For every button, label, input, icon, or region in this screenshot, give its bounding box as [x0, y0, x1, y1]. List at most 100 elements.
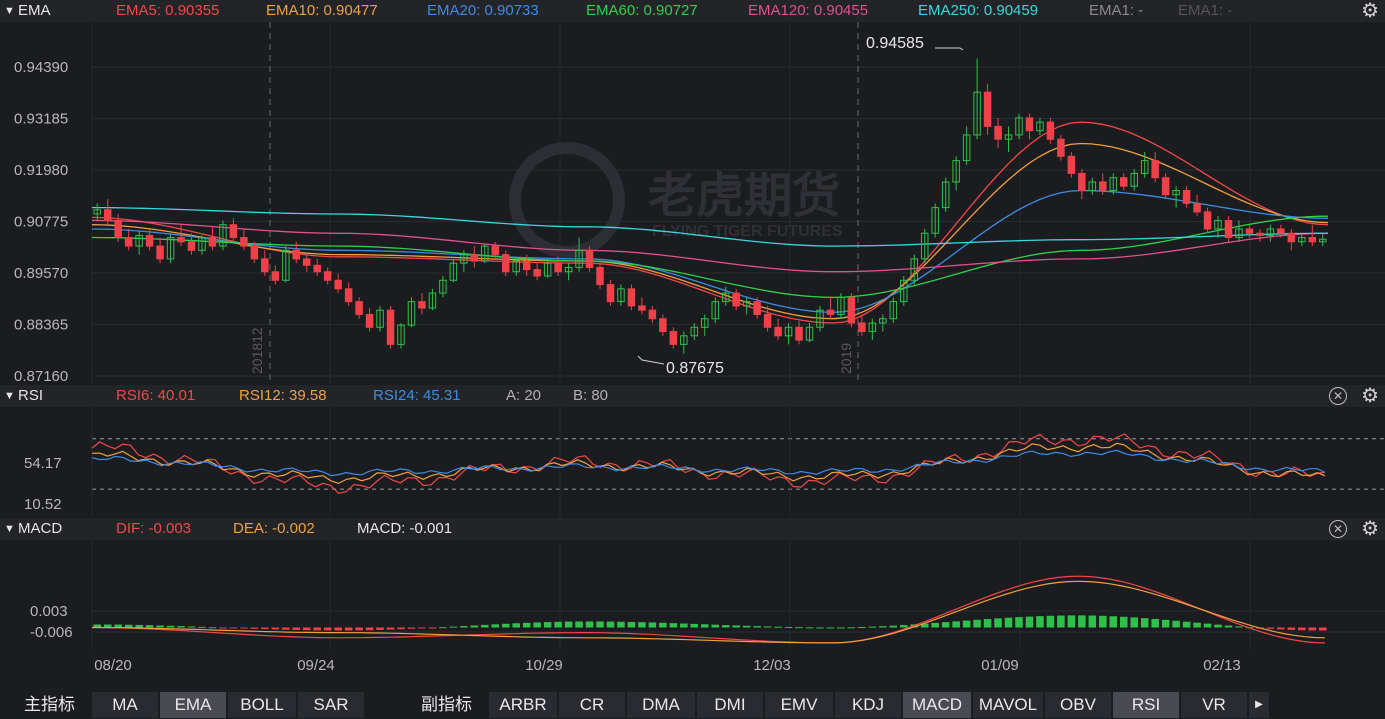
macd-histogram-bar [1078, 615, 1086, 628]
rsi-line-rsi12 [91, 442, 1326, 485]
macd-histogram-bar [648, 622, 657, 628]
candle-body [240, 237, 248, 247]
macd-histogram-bar [1099, 615, 1107, 628]
collapse-caret-icon[interactable]: ▼ [4, 518, 15, 540]
collapse-caret-icon[interactable]: ▼ [4, 385, 15, 407]
sub-indicator-mavol-button[interactable]: MAVOL [973, 692, 1043, 718]
candle-body [732, 292, 740, 307]
candle-body [606, 284, 615, 303]
sub-indicator-kdj-button[interactable]: KDJ [835, 692, 901, 718]
macd-histogram-bar [1161, 619, 1170, 628]
macd-histogram-bar [145, 625, 154, 628]
macd-histogram-bar [166, 625, 175, 628]
macd-histogram-bar [428, 627, 437, 629]
candle-body [313, 264, 321, 273]
macd-chart: 0.003 -0.006 08/20 09/24 10/29 12/03 01/09 02/… [30, 540, 1385, 674]
main-indicator-ema-button[interactable]: EMA [160, 692, 226, 718]
candle-body [355, 301, 363, 315]
macd-histogram-bar [742, 625, 751, 628]
rsi-header: ▼ RSI RSI6: 40.01 RSI12: 39.58 RSI24: 45… [0, 385, 1385, 407]
macd-histogram-bar [732, 625, 740, 628]
y-tick-label: 0.94390 [14, 59, 68, 76]
settings-gear-icon[interactable]: ⚙ [1361, 0, 1379, 22]
candle-body [753, 301, 761, 315]
macd-histogram-bar [470, 625, 479, 628]
candle-body [501, 254, 510, 273]
collapse-caret-icon[interactable]: ▼ [4, 0, 15, 22]
candle-body [261, 258, 269, 273]
main-indicator-sar-button[interactable]: SAR [298, 692, 364, 718]
candle-body [1308, 237, 1317, 243]
rsi-line-rsi24 [91, 449, 1326, 477]
macd-value-label: MACD: -0.001 [357, 520, 453, 537]
candle-body [491, 245, 500, 256]
settings-gear-icon[interactable]: ⚙ [1361, 518, 1379, 540]
close-icon[interactable]: ✕ [1329, 520, 1347, 538]
macd-histogram-bar [1130, 617, 1138, 628]
candle-body [669, 331, 678, 345]
candle-body [983, 91, 992, 127]
sub-indicator-arbr-button[interactable]: ARBR [489, 692, 557, 718]
candle-body [1203, 211, 1212, 230]
candle-body [103, 209, 112, 221]
macd-histogram-bar [522, 622, 531, 628]
ema120-label: EMA120: 0.90455 [748, 2, 869, 19]
macd-histogram-bar [554, 621, 562, 628]
macd-histogram-bar [900, 625, 908, 628]
macd-histogram-bar [784, 626, 793, 628]
sub-indicator-cr-button[interactable]: CR [559, 692, 625, 718]
dea-label: DEA: -0.002 [233, 520, 315, 537]
candle-body [365, 313, 374, 328]
y-tick-label: 0.90775 [14, 214, 68, 231]
candle-body [533, 269, 541, 277]
sub-indicator-dmi-button[interactable]: DMI [697, 692, 763, 718]
candle-body [1256, 232, 1264, 236]
low-price-label: 0.87675 [666, 360, 724, 377]
macd-histogram-bar [386, 627, 395, 630]
macd-histogram-bar [763, 626, 772, 628]
y-tick-label: -0.006 [30, 624, 73, 641]
sub-indicator-macd-button[interactable]: MACD [903, 692, 971, 718]
play-right-icon[interactable]: ▶ [1249, 692, 1269, 718]
macd-histogram-bar [533, 622, 541, 628]
candle-body [774, 326, 782, 337]
sub-indicator-obv-button[interactable]: OBV [1045, 692, 1111, 718]
y-tick-label: 0.003 [30, 603, 68, 620]
macd-histogram-bar [240, 627, 248, 629]
candle-body [334, 279, 342, 290]
macd-histogram-bar [313, 627, 321, 631]
candle-body [302, 258, 311, 266]
macd-histogram-bar [460, 626, 468, 628]
candle-body [386, 309, 395, 345]
macd-histogram-bar [721, 625, 730, 628]
y-tick-label: 54.17 [24, 455, 62, 472]
candle-body [418, 301, 426, 309]
macd-histogram-bar [1036, 616, 1044, 628]
main-indicator-ma-button[interactable]: MA [92, 692, 158, 718]
main-indicator-boll-button[interactable]: BOLL [228, 692, 296, 718]
candle-body [847, 296, 856, 324]
candle-body [763, 313, 772, 328]
candle-body [1119, 177, 1128, 187]
candle-body [292, 249, 301, 260]
y-tick-label: 0.93185 [14, 111, 68, 128]
macd-histogram-bar [1015, 617, 1023, 628]
sub-indicator-dma-button[interactable]: DMA [627, 692, 695, 718]
macd-histogram-bar [1004, 617, 1013, 628]
macd-histogram-bar [879, 626, 887, 628]
macd-histogram-bar [282, 627, 290, 630]
macd-histogram-bar [250, 627, 259, 629]
rsi6-label: RSI6: 40.01 [116, 387, 196, 404]
rsi-line-rsi6 [91, 433, 1326, 494]
sub-indicator-rsi-button[interactable]: RSI [1113, 692, 1179, 718]
rsi-a-label: A: 20 [506, 387, 542, 404]
close-icon[interactable]: ✕ [1329, 387, 1347, 405]
sub-indicator-vr-button[interactable]: VR [1181, 692, 1247, 718]
x-tick-label: 10/29 [525, 657, 563, 674]
settings-gear-icon[interactable]: ⚙ [1361, 385, 1379, 407]
macd-histogram-bar [1119, 616, 1128, 628]
candle-body [124, 237, 133, 247]
ema-header: ▼ EMA EMA5: 0.90355 EMA10: 0.90477 EMA20… [0, 0, 1385, 22]
macd-histogram-bar [355, 627, 363, 631]
sub-indicator-emv-button[interactable]: EMV [765, 692, 833, 718]
